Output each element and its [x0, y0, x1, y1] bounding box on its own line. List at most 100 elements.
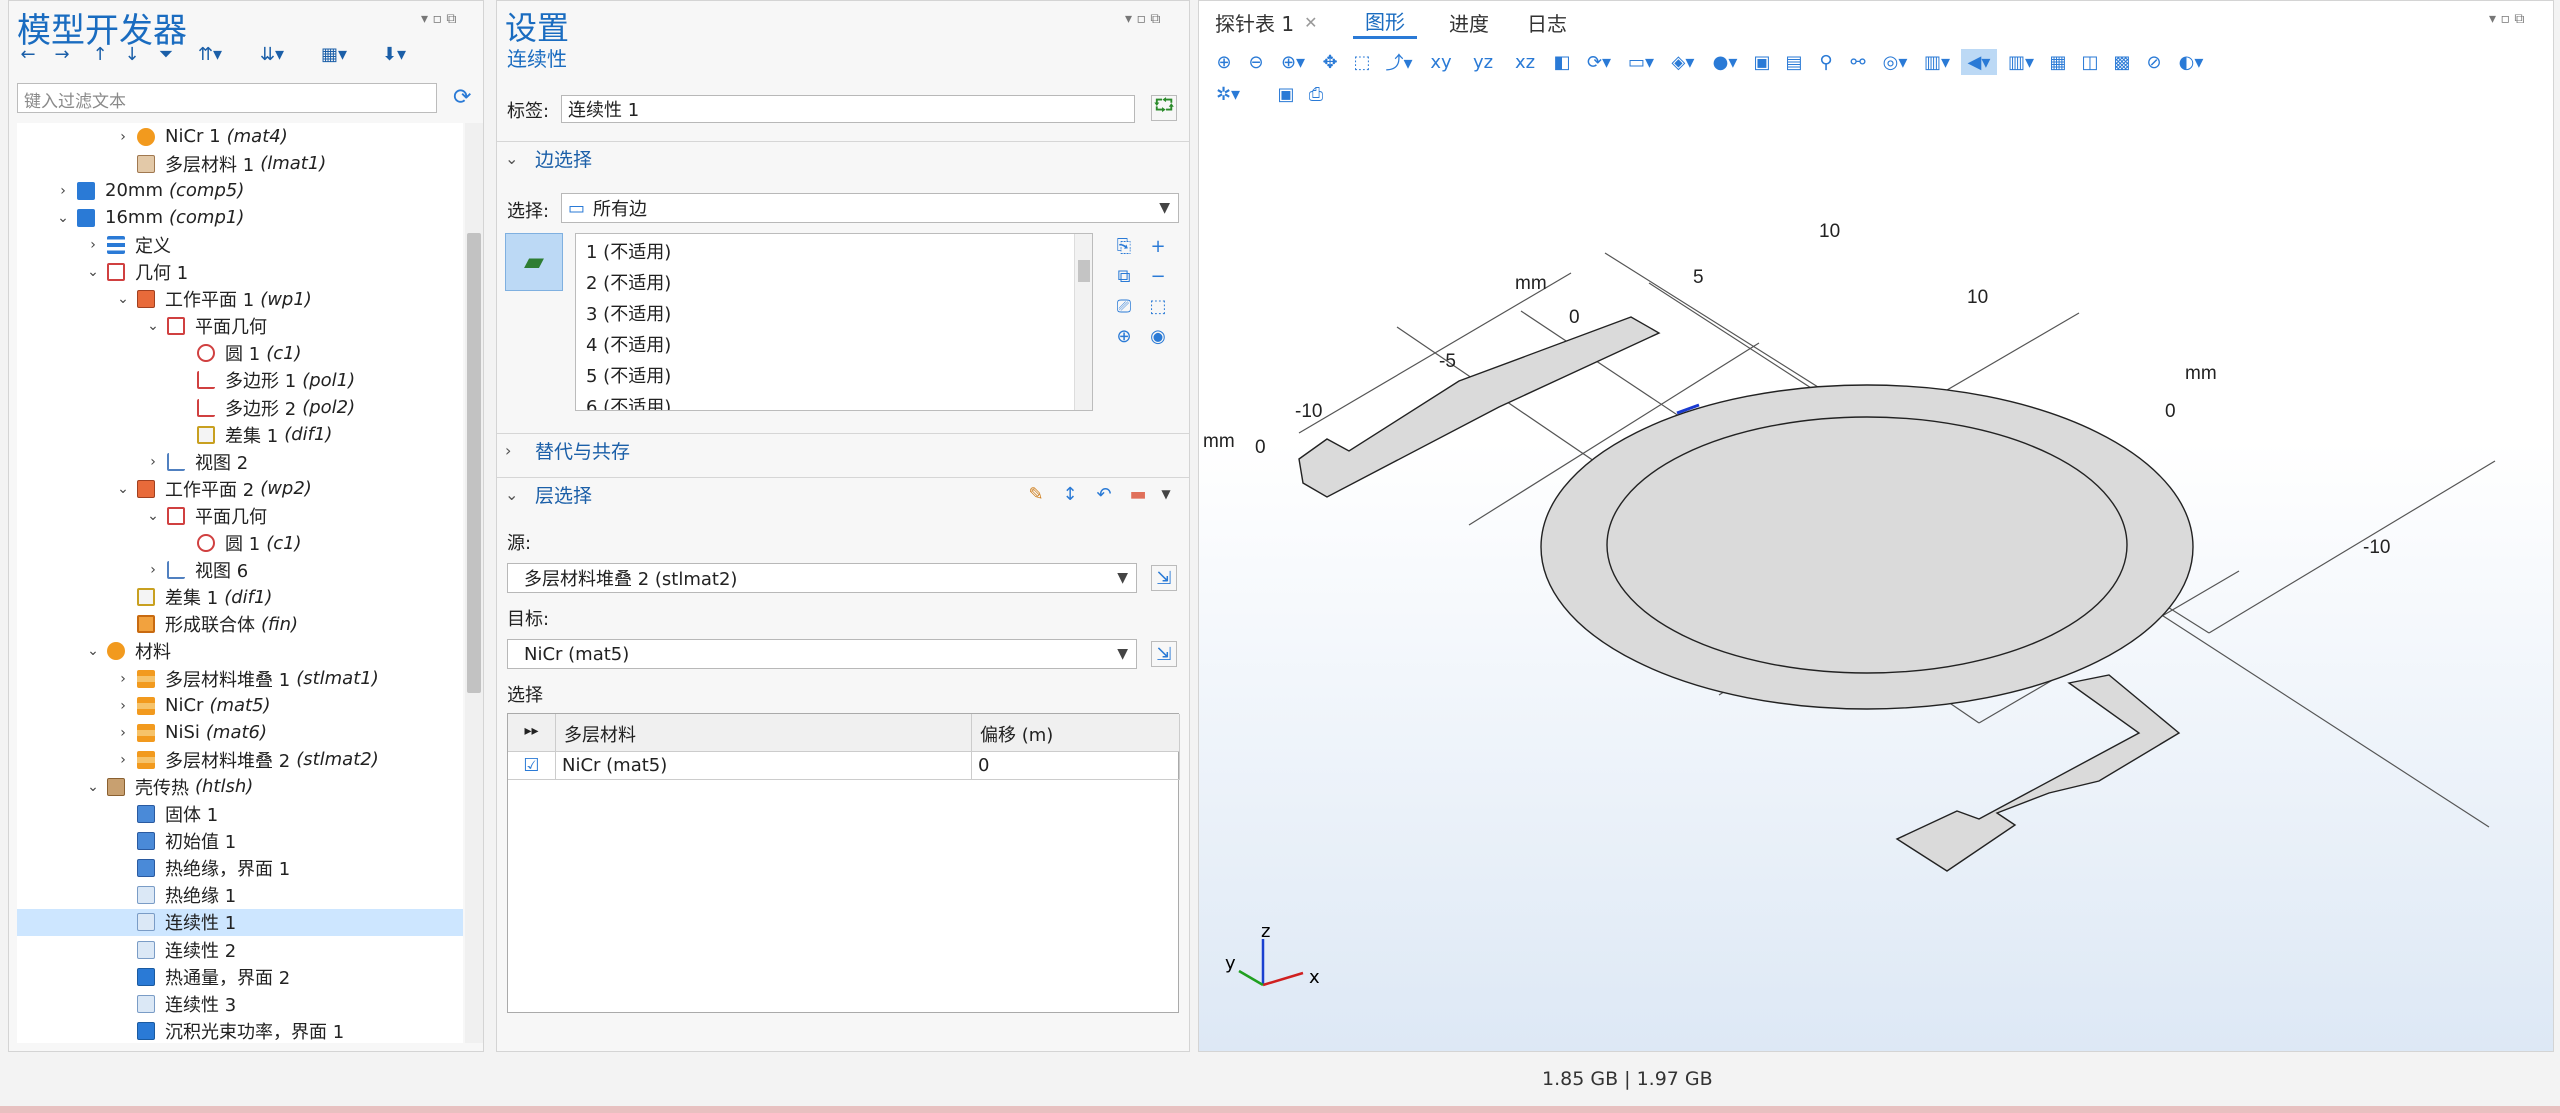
zoom-out-icon[interactable]: ⊖ [1243, 49, 1269, 75]
light-icon[interactable]: ◀▾ [1961, 49, 1997, 75]
layer-bar-icon[interactable]: ▬ [1125, 481, 1151, 507]
view-default-icon[interactable]: ◧ [1549, 49, 1575, 75]
target-dropdown[interactable]: NiCr (mat5) ▼ [507, 639, 1137, 669]
tree-node[interactable]: › 视图 2 [17, 448, 463, 475]
tree-node[interactable]: 圆 1 (c1) [17, 340, 463, 367]
collapse-chevron-icon[interactable]: ⌄ [85, 779, 101, 795]
tree-node[interactable]: ⌄ 壳传热 (htlsh) [17, 773, 463, 800]
tree-node[interactable]: 热通量，界面 2 [17, 963, 463, 990]
expand-chevron-icon[interactable]: › [115, 752, 131, 768]
tree-scrollbar-thumb[interactable] [467, 233, 481, 693]
label-action-icon[interactable]: ⮔ [1151, 95, 1177, 121]
tree-node[interactable]: ⌄ 16mm (comp1) [17, 204, 463, 231]
visibility-menu-icon[interactable]: ◎▾ [1877, 49, 1913, 75]
refresh-icon[interactable]: ⟳ [453, 85, 471, 110]
tree-node[interactable]: › 多层材料堆叠 1 (stlmat1) [17, 665, 463, 692]
tree-node[interactable]: › 20mm (comp5) [17, 177, 463, 204]
expand-chevron-icon[interactable]: › [115, 698, 131, 714]
pin-icon[interactable]: ⬇▾ [373, 43, 415, 65]
tree-node[interactable]: 连续性 2 [17, 936, 463, 963]
section-override[interactable]: › 替代与共存 [497, 433, 1189, 467]
expand-chevron-icon[interactable]: › [115, 725, 131, 741]
clear-icon[interactable]: ⊘ [2141, 49, 2167, 75]
row-checkbox-icon[interactable]: ☑ [508, 752, 556, 780]
rotate-icon[interactable]: ⟳▾ [1581, 49, 1617, 75]
tree-node[interactable]: 热绝缘 1 [17, 882, 463, 909]
expand-chevron-icon[interactable]: › [145, 562, 161, 578]
expand-chevron-icon[interactable]: › [55, 183, 71, 199]
tree-node[interactable]: › 多层材料堆叠 2 (stlmat2) [17, 746, 463, 773]
collapse-chevron-icon[interactable]: ⌄ [145, 508, 161, 524]
wireframe-icon[interactable]: ▩ [2109, 49, 2135, 75]
selection-dropdown[interactable]: ▭ 所有边 ▼ [561, 193, 1179, 223]
show-icon[interactable]: ⚯ [1845, 49, 1871, 75]
select-box-icon[interactable]: ▭▾ [1623, 49, 1659, 75]
scene-icon[interactable]: ◐▾ [2173, 49, 2209, 75]
layer-menu-chevron-icon[interactable]: ▼ [1153, 481, 1179, 507]
split-view-icon[interactable]: ▦ [2045, 49, 2071, 75]
grid-icon[interactable]: ▥▾ [2003, 49, 2039, 75]
tree-node[interactable]: › 视图 6 [17, 557, 463, 584]
view-xy-icon[interactable]: xy [1423, 49, 1459, 75]
transparency-icon[interactable]: ●▾ [1707, 49, 1743, 75]
tree-node[interactable]: 多层材料 1 (lmat1) [17, 150, 463, 177]
snapshot-icon[interactable]: ✲▾ [1211, 81, 1245, 107]
hide-icon[interactable]: ⚲ [1813, 49, 1839, 75]
tree-node[interactable]: 形成联合体 (fin) [17, 611, 463, 638]
grid-header-material[interactable]: 多层材料 [556, 714, 972, 752]
graphics-panel-menu-icon[interactable]: ▾ ▫ ⧉ [2489, 11, 2524, 27]
section-edge-selection[interactable]: ⌄ 边选择 [497, 141, 1189, 175]
expand-chevron-icon[interactable]: › [115, 129, 131, 145]
select-all-icon[interactable]: ▣ [1749, 49, 1775, 75]
expand-chevron-icon[interactable]: › [85, 237, 101, 253]
clipping-icon[interactable]: ◫ [2077, 49, 2103, 75]
add-icon[interactable]: + [1145, 233, 1171, 259]
edge-list[interactable]: 1 (不适用) 2 (不适用) 3 (不适用) 4 (不适用) 5 (不适用) 6 (不适… [575, 233, 1093, 411]
collapse-chevron-icon[interactable]: ⌄ [145, 318, 161, 334]
edge-list-item[interactable]: 2 (不适用) [586, 269, 671, 295]
zoom-extents-icon[interactable]: ✥ [1317, 49, 1343, 75]
zoom-selection-icon[interactable]: ⬚ [1349, 49, 1375, 75]
layer-undo-icon[interactable]: ↶ [1091, 481, 1117, 507]
tree-node[interactable]: ⌄ 平面几何 [17, 313, 463, 340]
edge-list-item[interactable]: 1 (不适用) [586, 238, 671, 264]
zoom-selection-icon[interactable]: ⊕ [1111, 323, 1137, 349]
tree-node[interactable]: 固体 1 [17, 801, 463, 828]
copy-selection-icon[interactable]: ⧉ [1111, 263, 1137, 289]
source-goto-icon[interactable]: ⇲ [1151, 565, 1177, 591]
collapse-chevron-icon[interactable]: ⌄ [115, 481, 131, 497]
remove-icon[interactable]: − [1145, 263, 1171, 289]
tree-node[interactable]: 差集 1 (dif1) [17, 584, 463, 611]
forward-arrow-icon[interactable]: → [51, 43, 73, 65]
layer-arrows-icon[interactable]: ↕ [1057, 481, 1083, 507]
filter-node-icon[interactable]: ⏷ [155, 43, 177, 65]
deselect-icon[interactable]: ▤ [1781, 49, 1807, 75]
collapse-tree-icon[interactable]: ⇊▾ [251, 43, 293, 65]
tree-node[interactable]: 连续性 1 [17, 908, 463, 936]
tree-node[interactable]: ⌄ 材料 [17, 638, 463, 665]
tree-node[interactable]: 沉积光束功率，界面 1 [17, 1017, 463, 1043]
layer-brush-icon[interactable]: ✎ [1023, 481, 1049, 507]
layout-icon[interactable]: ▥▾ [1919, 49, 1955, 75]
edge-list-scrollbar[interactable] [1074, 234, 1092, 410]
tree-node[interactable]: 圆 1 (c1) [17, 530, 463, 557]
grid-header-offset[interactable]: 偏移 (m) [972, 714, 1180, 752]
tree-node[interactable]: › NiSi (mat6) [17, 719, 463, 746]
create-selection-icon[interactable]: ⬚ [1145, 293, 1171, 319]
active-toggle-icon[interactable]: ▰ [505, 233, 563, 291]
section-layer-selection[interactable]: ⌄ 层选择 [497, 477, 1189, 511]
back-arrow-icon[interactable]: ← [17, 43, 39, 65]
tree-node[interactable]: › 定义 [17, 231, 463, 258]
edge-list-item[interactable]: 6 (不适用) [586, 393, 671, 410]
zoom-box-icon[interactable]: ⊕▾ [1275, 49, 1311, 75]
move-down-icon[interactable]: ↓ [121, 43, 143, 65]
edge-list-item[interactable]: 5 (不适用) [586, 362, 671, 388]
label-field[interactable]: 连续性 1 [561, 95, 1135, 123]
source-dropdown[interactable]: 多层材料堆叠 2 (stlmat2) ▼ [507, 563, 1137, 593]
view-xz-icon[interactable]: xz [1507, 49, 1543, 75]
tree-node[interactable]: 初始值 1 [17, 828, 463, 855]
render-mode-icon[interactable]: ◈▾ [1665, 49, 1701, 75]
collapse-chevron-icon[interactable]: ⌄ [85, 643, 101, 659]
tree-node[interactable]: 多边形 1 (pol1) [17, 367, 463, 394]
layout-icon[interactable]: ▦▾ [313, 43, 355, 65]
